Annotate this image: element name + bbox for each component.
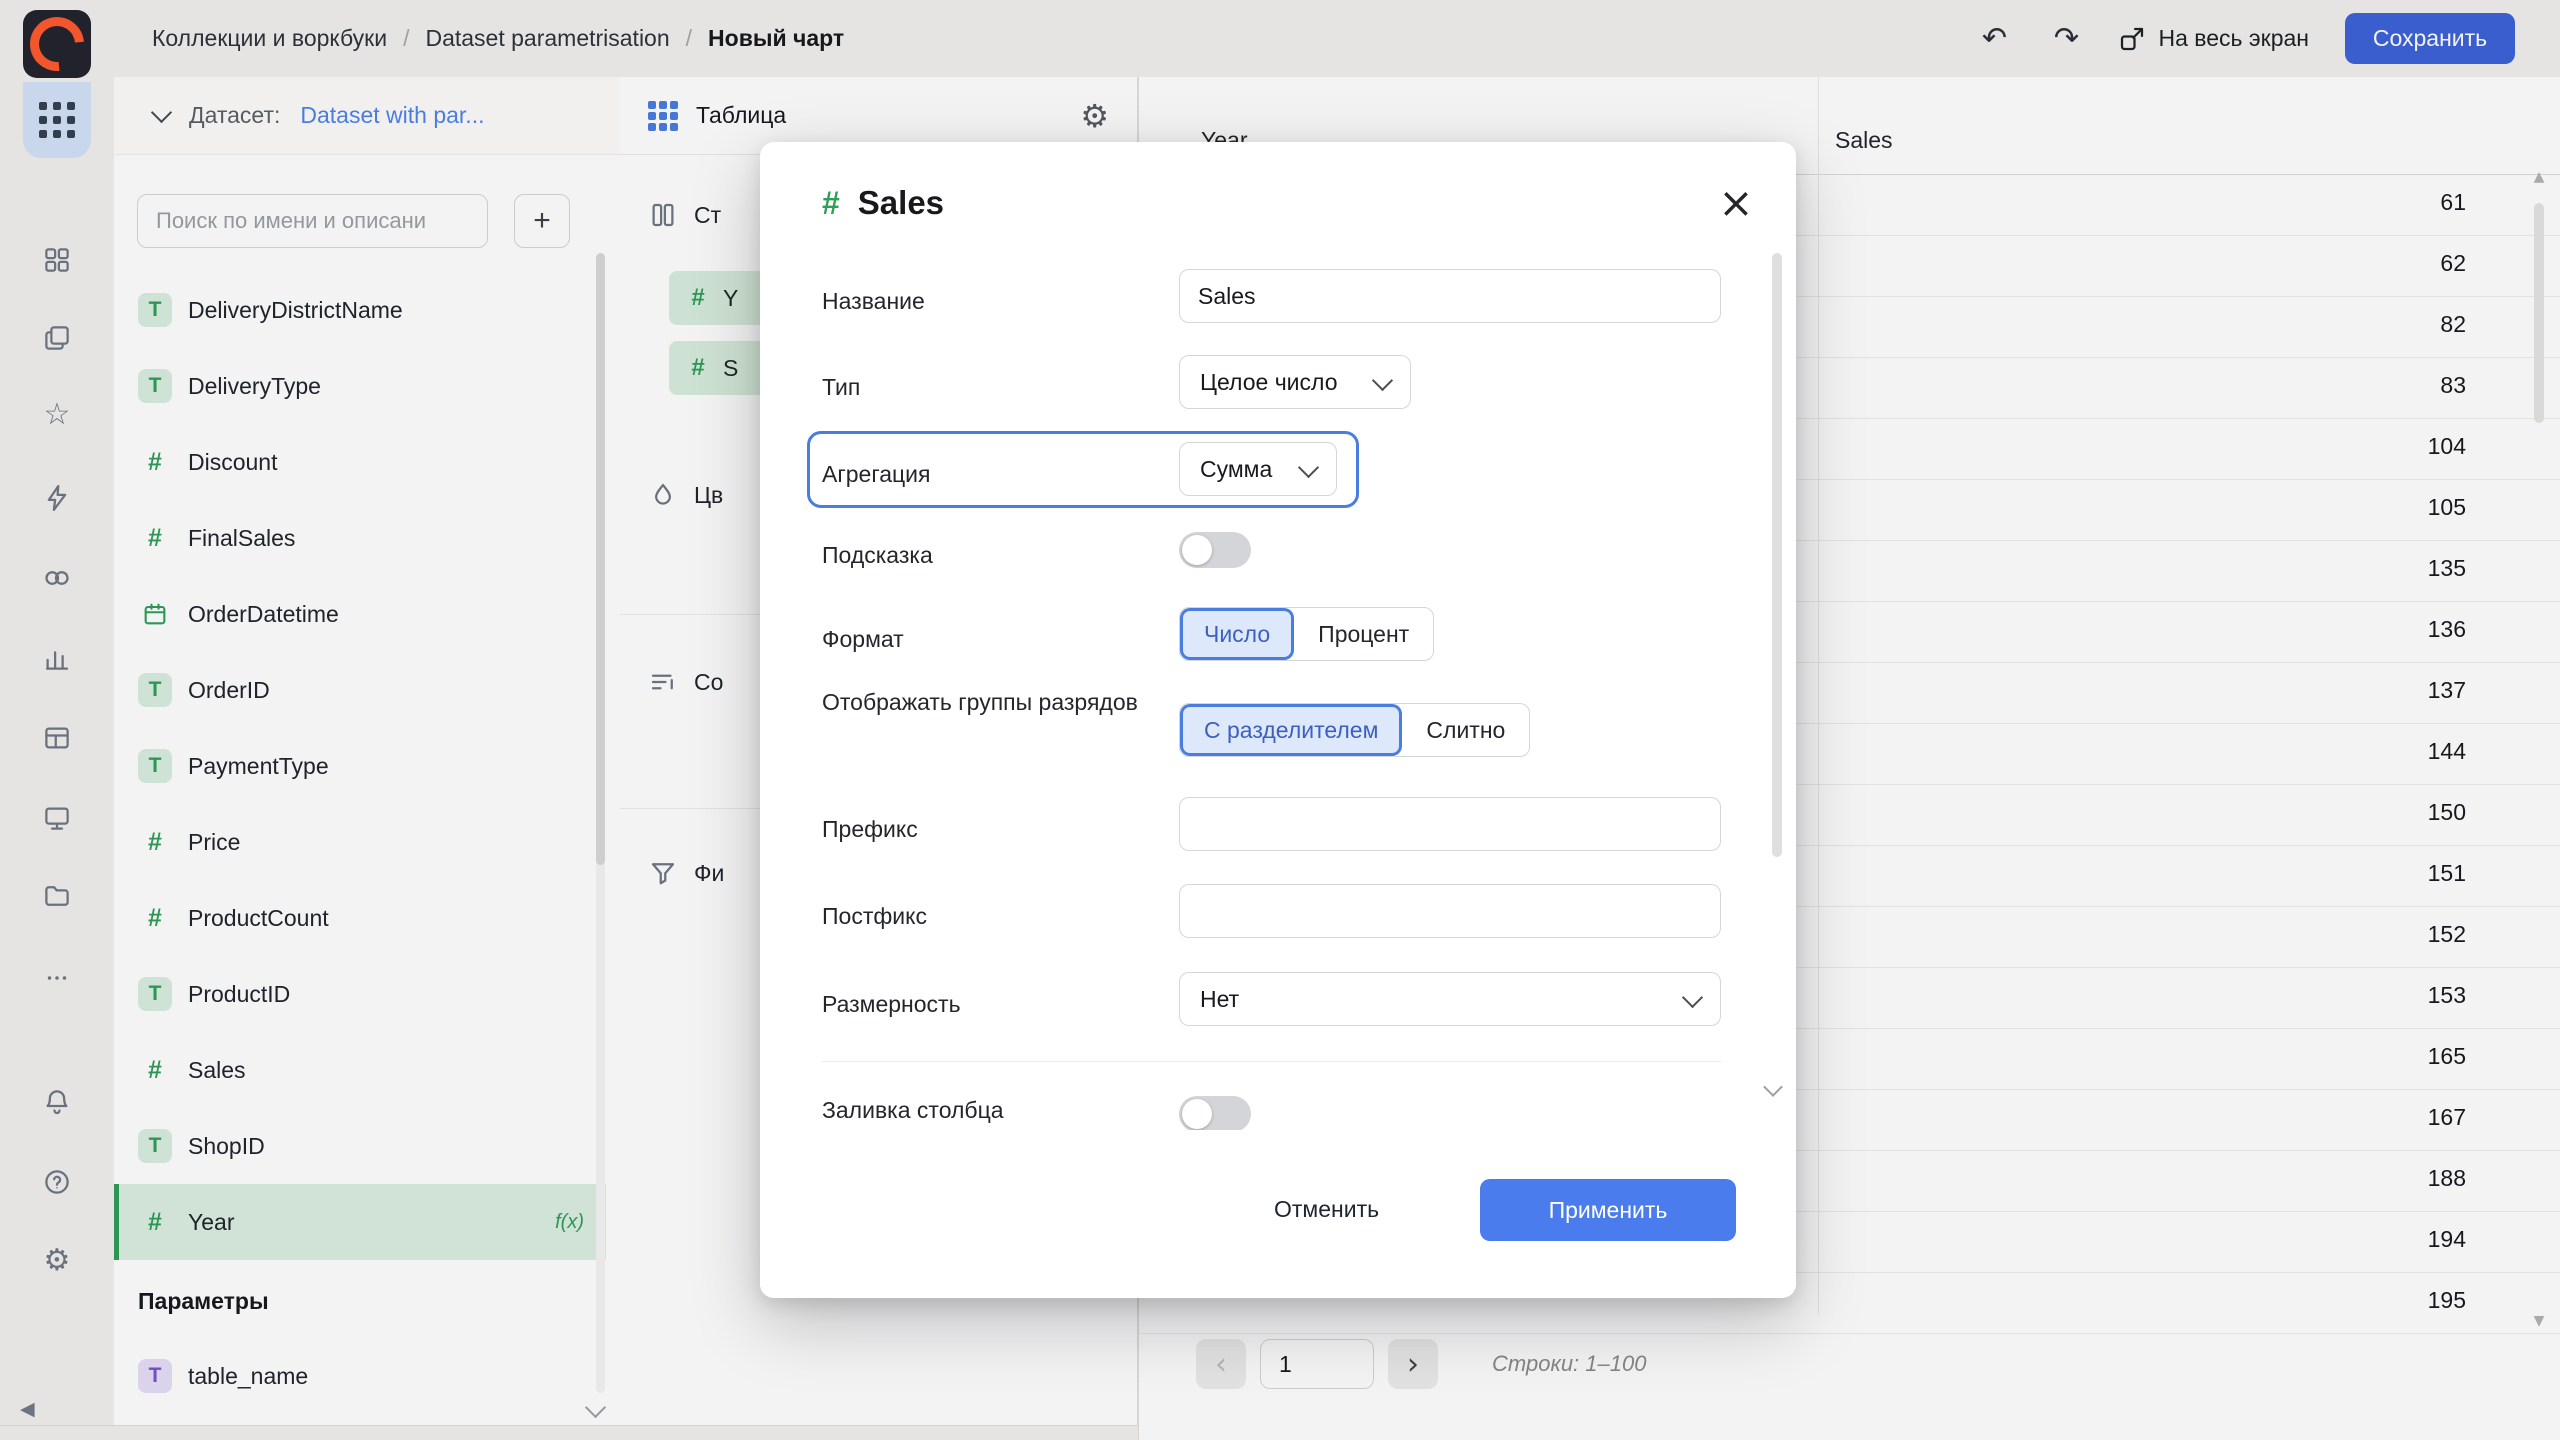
hint-toggle[interactable] [1179,532,1251,568]
app-window: Коллекции и воркбуки Dataset parametrisa… [0,0,2560,1440]
chevron-down-icon [1372,369,1393,390]
postfix-input[interactable] [1179,884,1721,938]
format-segmented-control: Число Процент [1179,607,1434,661]
name-input[interactable] [1179,269,1721,323]
prefix-input[interactable] [1179,797,1721,851]
toggle-knob [1182,1099,1212,1129]
column-fill-label: Заливка столбца [822,1092,1004,1128]
digit-groups-segmented-control: С разделителем Слитно [1179,703,1530,757]
format-label: Формат [822,621,904,657]
groups-option-separator[interactable]: С разделителем [1180,704,1402,756]
dataset-name-link[interactable]: Dataset with par... [300,102,484,129]
dimension-select[interactable]: Нет [1179,972,1721,1026]
groups-option-solid[interactable]: Слитно [1402,704,1529,756]
dimension-label: Размерность [822,986,961,1022]
prefix-label: Префикс [822,811,918,847]
format-option-percent[interactable]: Процент [1294,608,1433,660]
dialog-title: Sales [858,184,944,222]
format-option-number[interactable]: Число [1180,608,1294,660]
close-icon[interactable]: × [1712,178,1760,226]
chevron-down-icon [1682,986,1703,1007]
chevron-down-icon [1298,456,1319,477]
aggregation-select[interactable]: Сумма [1179,442,1337,496]
hint-label: Подсказка [822,537,933,573]
dialog-header: # Sales [822,184,944,222]
number-type-icon: # [822,185,840,222]
digit-groups-label: Отображать группы разрядов [822,684,1142,720]
toggle-knob [1182,535,1212,565]
dialog-footer: Отменить Применить [760,1130,1796,1298]
type-label: Тип [822,369,860,405]
apply-button[interactable]: Применить [1480,1179,1736,1241]
postfix-label: Постфикс [822,898,927,934]
name-label: Название [822,283,925,319]
field-settings-dialog: # Sales × Название Тип Целое число Агрег… [760,142,1796,1298]
dataset-header: Датасет: Dataset with par... [114,77,620,155]
aggregation-label: Агрегация [822,456,930,492]
cancel-button[interactable]: Отменить [1274,1186,1379,1232]
chevron-down-icon[interactable] [151,102,172,123]
column-fill-toggle[interactable] [1179,1096,1251,1132]
type-select[interactable]: Целое число [1179,355,1411,409]
form-divider [822,1061,1721,1062]
modal-scrollbar-thumb[interactable] [1772,253,1782,857]
dataset-label: Датасет: [189,102,280,129]
modal-scroll-more-icon [1763,1077,1783,1097]
